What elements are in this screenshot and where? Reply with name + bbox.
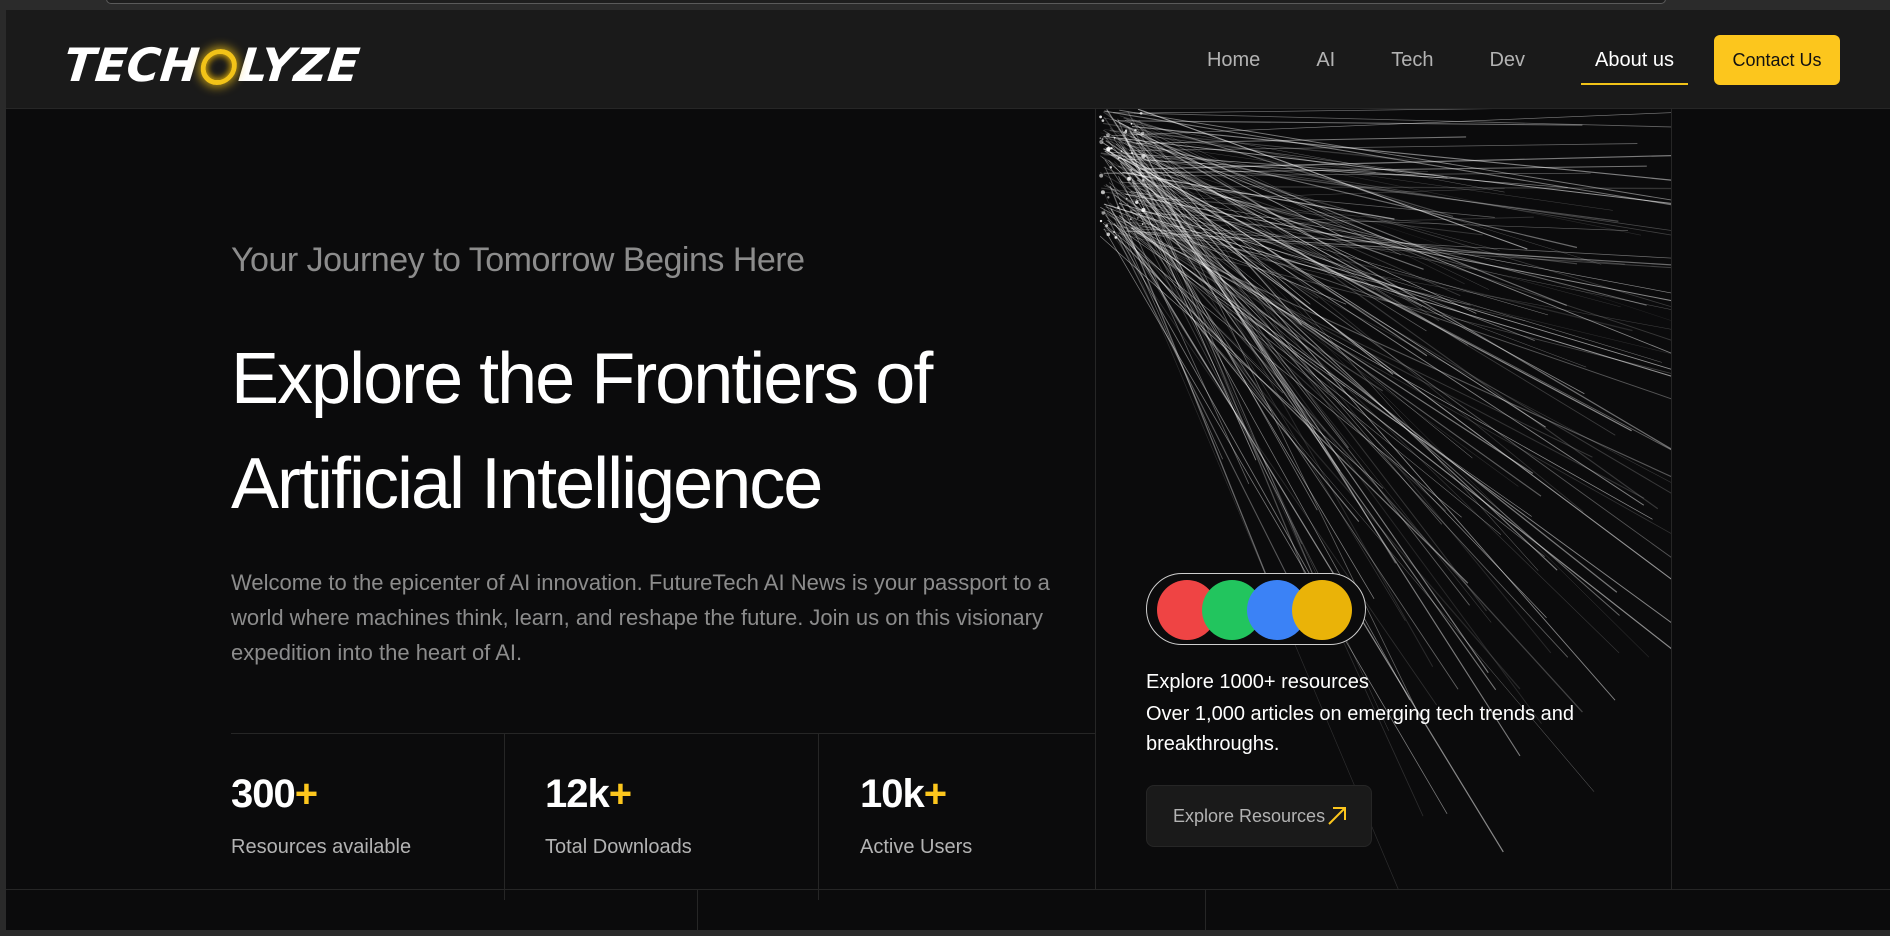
light-dot [1099, 173, 1104, 178]
stat-resources: 300+ Resources available [231, 734, 505, 900]
stat-value: 10k+ [860, 772, 947, 817]
headline-line-1: Explore the Frontiers of [231, 339, 933, 419]
hero-headline: Explore the Frontiers of Artificial Inte… [231, 327, 1031, 537]
main-nav: Home AI Tech Dev About us Contact Us [1207, 34, 1840, 86]
light-dot [1124, 130, 1128, 134]
stat-number: 12k [545, 772, 610, 816]
explore-resources-button[interactable]: Explore Resources [1146, 785, 1372, 847]
resources-title: Explore 1000+ resources [1146, 671, 1369, 693]
light-dot [1117, 157, 1120, 160]
light-dot [1110, 147, 1113, 150]
light-ray [1122, 153, 1406, 621]
light-dot [1106, 232, 1111, 237]
stat-users: 10k+ Active Users [819, 734, 1101, 900]
glowing-ring-icon [198, 49, 239, 85]
light-dot [1113, 136, 1116, 139]
nav-dev[interactable]: Dev [1489, 35, 1525, 85]
light-ray [1103, 210, 1311, 622]
nav-ai[interactable]: AI [1316, 35, 1335, 85]
light-ray [1133, 109, 1494, 114]
light-ray [1104, 148, 1671, 451]
nav-about-us[interactable]: About us [1581, 35, 1688, 85]
light-dot [1139, 111, 1143, 115]
stat-number: 10k [860, 772, 925, 816]
bottom-cell [698, 890, 1206, 930]
browser-top-frame [0, 0, 1890, 10]
hero-section: Your Journey to Tomorrow Begins Here Exp… [231, 109, 1101, 900]
stat-plus: + [923, 772, 947, 816]
light-ray [1118, 202, 1272, 412]
light-dot [1106, 147, 1111, 152]
explore-resources-label: Explore Resources [1173, 806, 1326, 826]
light-dot [1105, 224, 1109, 227]
resources-panel: Explore 1000+ resources Over 1,000 artic… [1095, 109, 1672, 889]
stat-label: Total Downloads [545, 836, 692, 858]
light-dot [1135, 200, 1139, 204]
light-dot [1099, 139, 1104, 145]
nav-tech[interactable]: Tech [1391, 35, 1433, 85]
light-dot [1134, 128, 1137, 132]
light-ray [1104, 150, 1645, 506]
light-dot [1106, 133, 1110, 138]
light-dot [1099, 115, 1103, 119]
light-rays-graphic [1099, 109, 1671, 889]
light-ray [1118, 229, 1326, 432]
light-dot [1101, 119, 1105, 122]
browser-address-bar[interactable] [106, 0, 1666, 4]
light-dot [1109, 166, 1113, 169]
stat-number: 300 [231, 772, 296, 816]
resources-description: Over 1,000 articles on emerging tech tre… [1146, 703, 1575, 755]
hero-tagline: Your Journey to Tomorrow Begins Here [231, 241, 805, 279]
stat-value: 12k+ [545, 772, 632, 817]
light-dot [1100, 190, 1105, 195]
bottom-row [6, 889, 1890, 930]
light-dot [1130, 122, 1133, 125]
light-dot [1130, 168, 1133, 171]
light-ray [1100, 210, 1645, 499]
light-dot [1141, 154, 1146, 159]
light-dot [1141, 179, 1145, 182]
avatar [1292, 580, 1352, 640]
nav-home[interactable]: Home [1207, 35, 1260, 85]
contact-us-button[interactable]: Contact Us [1714, 35, 1840, 85]
hero-intro: Welcome to the epicenter of AI innovatio… [231, 570, 1050, 665]
light-dot [1129, 218, 1132, 221]
light-dot [1107, 196, 1110, 199]
stat-downloads: 12k+ Total Downloads [505, 734, 819, 900]
light-dot [1127, 176, 1131, 181]
logo-text: TECH LYZE [61, 38, 363, 92]
light-dot [1101, 138, 1104, 141]
light-dot [1125, 197, 1128, 200]
light-dot [1136, 216, 1139, 219]
logo-text-part-2: LYZE [236, 38, 363, 92]
light-dot [1130, 151, 1134, 155]
site-logo[interactable]: TECH LYZE [61, 38, 363, 92]
logo-text-part-1: TECH [61, 38, 202, 92]
avatar-group [1146, 573, 1366, 645]
light-dot [1116, 206, 1120, 209]
arrow-up-right-icon [1328, 807, 1346, 825]
light-dot [1141, 223, 1144, 225]
page: TECH LYZE Home AI Tech Dev About us Conta… [6, 10, 1890, 930]
light-dot [1112, 230, 1116, 234]
site-header: TECH LYZE Home AI Tech Dev About us Conta… [6, 10, 1890, 109]
headline-line-2: Artificial Intelligence [231, 444, 823, 524]
light-dot [1101, 211, 1105, 215]
light-dot [1099, 219, 1103, 223]
bottom-cell [6, 890, 698, 930]
stats-row: 300+ Resources available 12k+ Total Down… [231, 733, 1101, 900]
light-dot [1141, 131, 1145, 135]
stat-label: Active Users [860, 836, 973, 858]
stat-plus: + [608, 772, 632, 816]
light-dot [1099, 137, 1102, 140]
light-dot [1141, 207, 1146, 213]
light-dot [1120, 150, 1123, 153]
stat-plus: + [294, 772, 318, 816]
light-dot [1114, 236, 1118, 239]
stat-label: Resources available [231, 836, 412, 858]
stat-value: 300+ [231, 772, 318, 817]
